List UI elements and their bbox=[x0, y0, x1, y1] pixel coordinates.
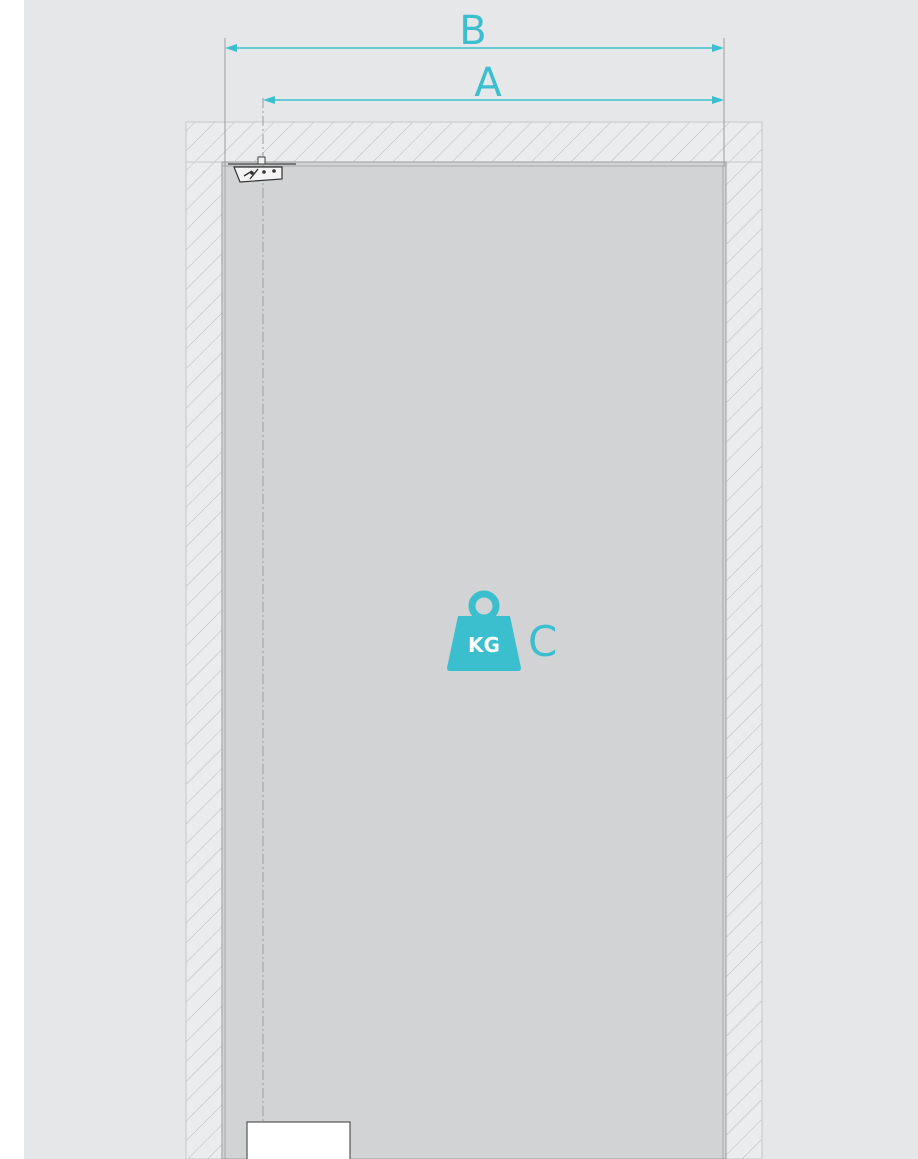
dimension-a-label: A bbox=[474, 60, 502, 106]
door-diagram: B A KG C bbox=[0, 0, 918, 1159]
wall-left bbox=[185, 161, 223, 1159]
weight-icon-kg-text: KG bbox=[468, 633, 500, 657]
weight-label: C bbox=[528, 617, 557, 666]
wall-right bbox=[725, 161, 763, 1159]
dimension-b-label: B bbox=[459, 8, 486, 54]
wall-top bbox=[185, 121, 763, 163]
bottom-pivot-box bbox=[246, 1121, 351, 1159]
